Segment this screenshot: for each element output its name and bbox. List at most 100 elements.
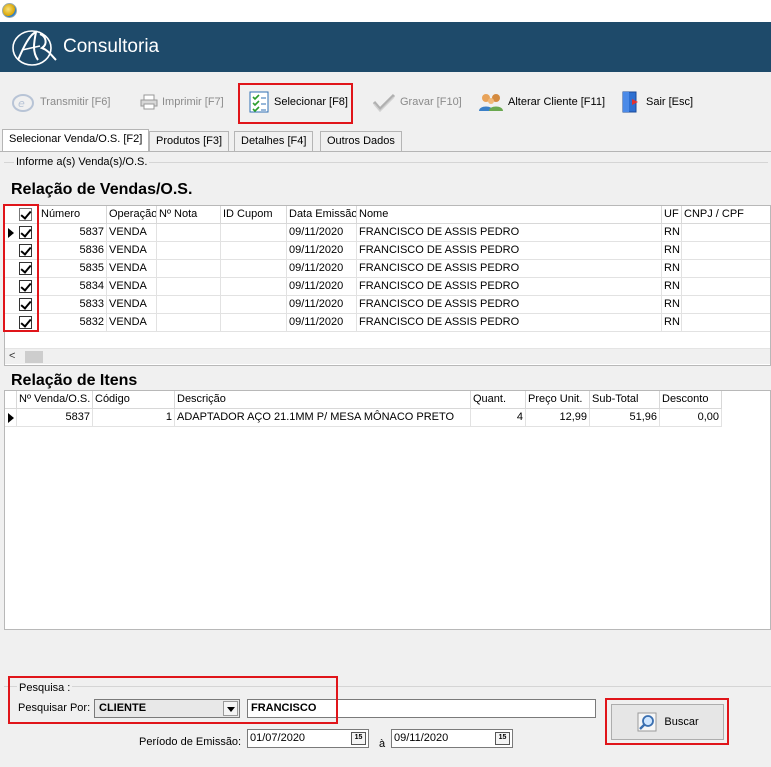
cell-cnpj xyxy=(682,314,770,332)
col-desconto[interactable]: Desconto xyxy=(660,391,722,409)
col-sub-total[interactable]: Sub-Total xyxy=(590,391,660,409)
pesquisa-label: Pesquisa : xyxy=(17,682,73,694)
calendar-icon[interactable]: 15 xyxy=(495,732,510,745)
cell-nota xyxy=(157,260,221,278)
cell-cnpj xyxy=(682,242,770,260)
transmitir-label: Transmitir [F6] xyxy=(40,96,111,108)
col-nota[interactable]: Nº Nota xyxy=(157,206,221,224)
checkmark-icon xyxy=(372,93,396,113)
row-select-cell[interactable] xyxy=(5,314,39,332)
cell-preco-unit: 12,99 xyxy=(526,409,590,427)
calendar-icon[interactable]: 15 xyxy=(351,732,366,745)
periodo-label: Período de Emissão: xyxy=(139,736,242,748)
row-select-cell[interactable] xyxy=(5,224,39,242)
row-checkbox[interactable] xyxy=(19,226,32,239)
cell-data-emissao: 09/11/2020 xyxy=(287,242,357,260)
buscar-button[interactable]: Buscar xyxy=(611,704,724,740)
col-quant[interactable]: Quant. xyxy=(471,391,526,409)
row-indicator-cell xyxy=(5,409,17,427)
cell-operacao: VENDA xyxy=(107,242,157,260)
periodo-separator: à xyxy=(379,738,386,750)
cell-data-emissao: 09/11/2020 xyxy=(287,314,357,332)
cell-numero: 5835 xyxy=(39,260,107,278)
row-select-cell[interactable] xyxy=(5,260,39,278)
group-label: Informe a(s) Venda(s)/O.S. xyxy=(14,156,150,168)
col-codigo[interactable]: Código xyxy=(93,391,175,409)
transmitir-button[interactable]: e Transmitir [F6] xyxy=(12,88,111,116)
itens-grid[interactable]: Nº Venda/O.S. Código Descrição Quant. Pr… xyxy=(4,390,771,630)
cell-cnpj xyxy=(682,296,770,314)
row-checkbox[interactable] xyxy=(19,298,32,311)
chevron-down-icon[interactable] xyxy=(223,701,238,716)
pesquisar-por-select[interactable]: CLIENTE xyxy=(94,699,240,718)
cell-uf: RN xyxy=(662,242,682,260)
sair-button[interactable]: Sair [Esc] xyxy=(620,88,693,116)
tab-produtos[interactable]: Produtos [F3] xyxy=(149,131,230,151)
cell-codigo: 1 xyxy=(93,409,175,427)
imprimir-button[interactable]: Imprimir [F7] xyxy=(140,88,224,116)
select-all-header[interactable] xyxy=(5,206,39,224)
cell-operacao: VENDA xyxy=(107,260,157,278)
magnifier-icon xyxy=(637,712,657,732)
col-cnpj[interactable]: CNPJ / CPF xyxy=(682,206,770,224)
cell-uf: RN xyxy=(662,260,682,278)
row-checkbox[interactable] xyxy=(19,316,32,329)
row-select-cell[interactable] xyxy=(5,278,39,296)
vendas-horizontal-scrollbar[interactable]: < xyxy=(5,348,770,364)
col-descricao[interactable]: Descrição xyxy=(175,391,471,409)
row-checkbox[interactable] xyxy=(19,280,32,293)
brand-banner: Consultoria xyxy=(0,22,771,72)
col-nome[interactable]: Nome xyxy=(357,206,662,224)
col-uf[interactable]: UF xyxy=(662,206,682,224)
select-all-checkbox[interactable] xyxy=(19,208,32,221)
scroll-thumb[interactable] xyxy=(25,351,43,363)
cell-desconto: 0,00 xyxy=(660,409,722,427)
col-venda-os[interactable]: Nº Venda/O.S. xyxy=(17,391,93,409)
current-row-indicator-icon xyxy=(8,413,14,423)
brand-logo-icon xyxy=(12,30,57,66)
alterar-cliente-button[interactable]: Alterar Cliente [F11] xyxy=(478,88,605,116)
cell-nota xyxy=(157,296,221,314)
cell-cupom xyxy=(221,314,287,332)
cell-cupom xyxy=(221,224,287,242)
transmit-icon: e xyxy=(12,94,34,112)
vendas-grid[interactable]: Número Operação Nº Nota ID Cupom Data Em… xyxy=(4,205,771,366)
selecionar-button[interactable]: Selecionar [F8] xyxy=(248,88,348,116)
col-preco-unit[interactable]: Preço Unit. xyxy=(526,391,590,409)
brand-name: Consultoria xyxy=(63,36,160,57)
cell-nome: FRANCISCO DE ASSIS PEDRO xyxy=(357,260,662,278)
pesquisar-por-value: CLIENTE xyxy=(99,702,147,714)
cell-nome: FRANCISCO DE ASSIS PEDRO xyxy=(357,242,662,260)
gravar-button[interactable]: Gravar [F10] xyxy=(372,88,462,116)
cell-cupom xyxy=(221,260,287,278)
app-window: Consultoria e Transmitir [F6] Imprimir [… xyxy=(0,0,771,767)
search-input[interactable]: FRANCISCO xyxy=(247,699,596,718)
col-operacao[interactable]: Operação xyxy=(107,206,157,224)
cell-data-emissao: 09/11/2020 xyxy=(287,278,357,296)
app-icon xyxy=(2,3,17,18)
tab-detalhes[interactable]: Detalhes [F4] xyxy=(234,131,314,151)
tab-outros-dados[interactable]: Outros Dados xyxy=(320,131,402,151)
cell-operacao: VENDA xyxy=(107,314,157,332)
row-select-cell[interactable] xyxy=(5,296,39,314)
row-checkbox[interactable] xyxy=(19,244,32,257)
gravar-label: Gravar [F10] xyxy=(400,96,462,108)
col-data-emissao[interactable]: Data Emissão xyxy=(287,206,357,224)
cell-uf: RN xyxy=(662,278,682,296)
pesquisar-por-label: Pesquisar Por: xyxy=(18,702,91,714)
col-numero[interactable]: Número xyxy=(39,206,107,224)
cell-nota xyxy=(157,224,221,242)
row-checkbox[interactable] xyxy=(19,262,32,275)
sair-label: Sair [Esc] xyxy=(646,96,694,108)
cell-sub-total: 51,96 xyxy=(590,409,660,427)
scroll-left-icon[interactable]: < xyxy=(9,350,15,362)
users-icon xyxy=(479,94,503,111)
tab-selecionar-venda[interactable]: Selecionar Venda/O.S. [F2] xyxy=(2,129,150,151)
cell-nome: FRANCISCO DE ASSIS PEDRO xyxy=(357,224,662,242)
data-fim-input[interactable]: 09/11/2020 15 xyxy=(391,729,513,748)
row-select-cell[interactable] xyxy=(5,242,39,260)
col-cupom[interactable]: ID Cupom xyxy=(221,206,287,224)
cell-data-emissao: 09/11/2020 xyxy=(287,224,357,242)
current-row-indicator-icon xyxy=(8,228,14,238)
data-inicio-input[interactable]: 01/07/2020 15 xyxy=(247,729,369,748)
